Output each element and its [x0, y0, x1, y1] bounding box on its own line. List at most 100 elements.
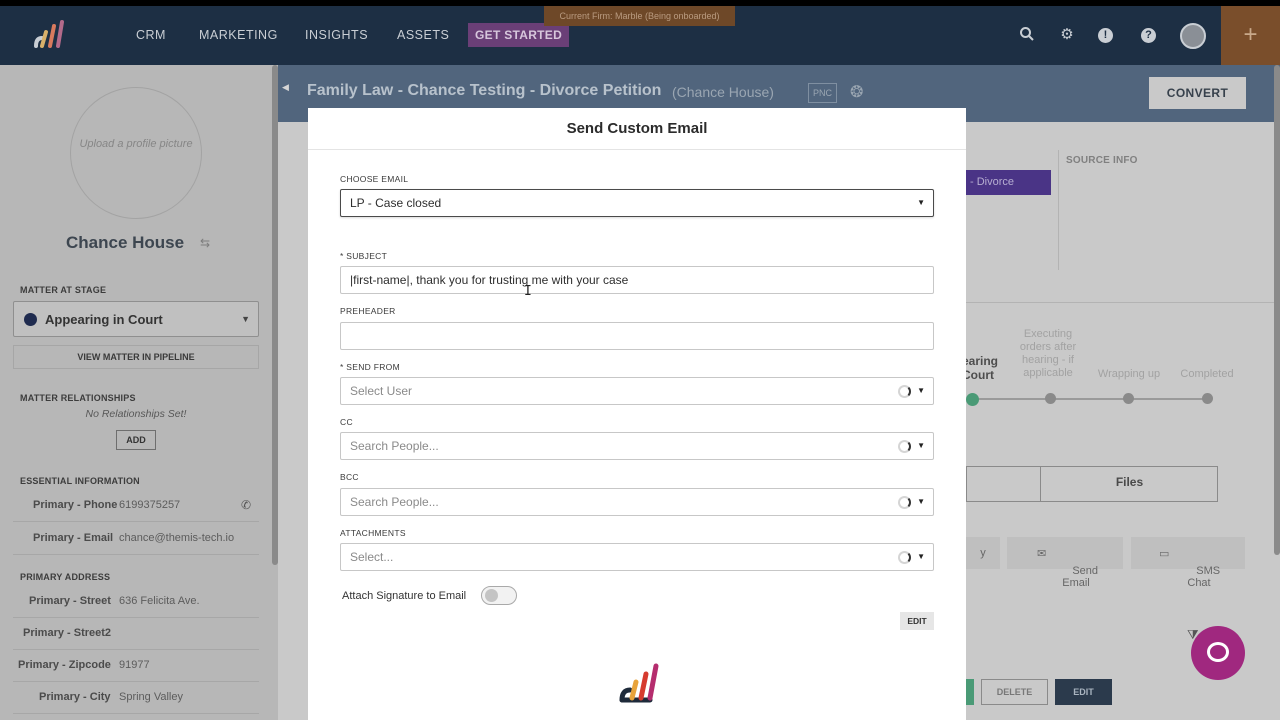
loading-spinner-icon — [898, 440, 911, 453]
choose-email-label: CHOOSE EMAIL — [340, 174, 409, 184]
zipcode-row: Primary - Zipcode 91977 — [13, 650, 259, 682]
chevron-down-icon: ▼ — [917, 497, 925, 506]
chat-icon: ▭ — [1159, 548, 1170, 560]
attach-signature-toggle[interactable] — [481, 586, 517, 605]
attachments-label: ATTACHMENTS — [340, 528, 406, 538]
matter-contact: (Chance House) — [672, 84, 774, 100]
app-page: CRM MARKETING INSIGHTS ASSETS GET STARTE… — [0, 6, 1280, 720]
stage-dot-wrapping[interactable] — [1123, 393, 1134, 404]
nav-crm[interactable]: CRM — [136, 28, 166, 42]
subject-input[interactable]: |first-name|, thank you for trusting me … — [340, 266, 934, 294]
brand-logo-icon — [619, 663, 659, 703]
stage-dot-completed[interactable] — [1202, 393, 1213, 404]
send-custom-email-modal: Send Custom Email CHOOSE EMAIL LP - Case… — [308, 108, 966, 720]
stage-color-dot — [24, 313, 37, 326]
horizontal-divider — [966, 302, 1280, 303]
attachments-placeholder: Select... — [350, 550, 394, 564]
send-from-select[interactable]: Select User ▼ — [340, 377, 934, 405]
swap-icon[interactable]: ⇆ — [200, 236, 210, 250]
convert-button[interactable]: CONVERT — [1149, 77, 1246, 109]
send-email-button[interactable]: ✉ Send Email — [1007, 537, 1123, 589]
alert-icon[interactable]: ! — [1098, 28, 1113, 43]
subject-label: * SUBJECT — [340, 251, 388, 261]
stage-progress-track — [968, 398, 1208, 400]
street-row: Primary - Street 636 Felicita Ave. — [13, 586, 259, 618]
send-from-label: * SEND FROM — [340, 362, 400, 372]
matter-title: Family Law - Chance Testing - Divorce Pe… — [307, 82, 662, 99]
toggle-knob — [485, 589, 498, 602]
preheader-input[interactable] — [340, 322, 934, 350]
add-new-button[interactable]: + — [1221, 6, 1280, 65]
upload-profile-picture[interactable]: Upload a profile picture — [70, 87, 202, 219]
main-scrollbar[interactable] — [1274, 65, 1280, 555]
matter-stage-heading: MATTER AT STAGE — [20, 285, 107, 295]
get-started-button[interactable]: GET STARTED — [468, 23, 570, 47]
support-chat-button[interactable] — [1191, 626, 1245, 680]
bcc-placeholder: Search People... — [350, 495, 439, 509]
help-icon[interactable]: ? — [1141, 28, 1156, 43]
gear-icon[interactable]: ⚙ — [1058, 26, 1076, 44]
stage-dot-current[interactable] — [966, 393, 979, 406]
city-row: Primary - City Spring Valley — [13, 682, 259, 714]
top-navigation-bar: CRM MARKETING INSIGHTS ASSETS GET STARTE… — [0, 6, 1280, 65]
zipcode-label: Primary - Zipcode — [18, 659, 111, 671]
search-icon[interactable] — [1018, 26, 1036, 44]
edit-signature-button[interactable]: EDIT — [900, 612, 934, 630]
city-label: Primary - City — [39, 691, 111, 703]
view-matter-in-pipeline-button[interactable]: VIEW MATTER IN PIPELINE — [13, 345, 259, 369]
chat-bubble-icon — [1207, 642, 1229, 662]
partial-green-button[interactable] — [966, 679, 974, 705]
cc-select[interactable]: Search People... ▼ — [340, 432, 934, 460]
send-from-placeholder: Select User — [350, 384, 413, 398]
edit-button[interactable]: EDIT — [1055, 679, 1112, 705]
nav-assets[interactable]: ASSETS — [397, 28, 449, 42]
stage-wrapping-label: Wrapping up — [1097, 368, 1161, 380]
modal-title: Send Custom Email — [566, 120, 708, 137]
brain-icon[interactable]: ❂ — [850, 82, 863, 102]
practice-area-chip: - Divorce — [966, 170, 1051, 195]
collapse-sidebar-icon[interactable]: ◀ — [282, 82, 289, 93]
stage-completed-label: Completed — [1180, 368, 1234, 380]
add-relationship-button[interactable]: ADD — [116, 430, 156, 450]
street2-label: Primary - Street2 — [23, 627, 112, 639]
chevron-down-icon: ▼ — [917, 198, 925, 207]
matter-stage-select[interactable]: Appearing in Court ▼ — [13, 301, 259, 337]
delete-button[interactable]: DELETE — [981, 679, 1048, 705]
street2-row: Primary - Street2 — [13, 618, 259, 650]
sms-chat-button[interactable]: ▭ SMS Chat — [1131, 537, 1245, 589]
chevron-down-icon: ▼ — [917, 441, 925, 450]
preheader-label: PREHEADER — [340, 306, 396, 316]
loading-spinner-icon — [898, 385, 911, 398]
phone-icon[interactable]: ✆ — [241, 498, 251, 512]
chevron-down-icon: ▼ — [917, 386, 925, 395]
partial-action-button[interactable]: y — [966, 537, 1000, 569]
essential-information-heading: ESSENTIAL INFORMATION — [20, 476, 140, 486]
phone-label: Primary - Phone — [33, 499, 118, 511]
stage-executing-label: Executing orders after hearing - if appl… — [1019, 328, 1077, 379]
loading-spinner-icon — [898, 496, 911, 509]
stage-dot-executing[interactable] — [1045, 393, 1056, 404]
send-email-label: Send Email — [1062, 565, 1099, 589]
chevron-down-icon: ▼ — [917, 552, 925, 561]
loading-spinner-icon — [898, 551, 911, 564]
pnc-badge: PNC — [808, 83, 838, 103]
email-value: chance@themis-tech.io — [119, 532, 235, 544]
section-divider — [1058, 150, 1059, 270]
bcc-label: BCC — [340, 472, 359, 482]
attachments-select[interactable]: Select... ▼ — [340, 543, 934, 571]
stage-select-value: Appearing in Court — [45, 312, 163, 327]
bcc-select[interactable]: Search People... ▼ — [340, 488, 934, 516]
user-avatar[interactable] — [1180, 23, 1206, 49]
nav-insights[interactable]: INSIGHTS — [305, 28, 368, 42]
phone-row: Primary - Phone 6199375257 ✆ — [13, 490, 259, 522]
current-firm-banner: Current Firm: Marble (Being onboarded) — [544, 6, 735, 26]
partial-action-label: y — [980, 547, 986, 559]
street-label: Primary - Street — [29, 595, 111, 607]
matter-relationships-heading: MATTER RELATIONSHIPS — [20, 393, 136, 403]
nav-marketing[interactable]: MARKETING — [199, 28, 278, 42]
chevron-down-icon: ▼ — [241, 314, 250, 324]
tab-files[interactable]: Files — [1041, 475, 1218, 489]
phone-value: 6199375257 — [119, 499, 181, 511]
choose-email-select[interactable]: LP - Case closed ▼ — [340, 189, 934, 217]
app-logo-icon[interactable] — [32, 16, 68, 52]
